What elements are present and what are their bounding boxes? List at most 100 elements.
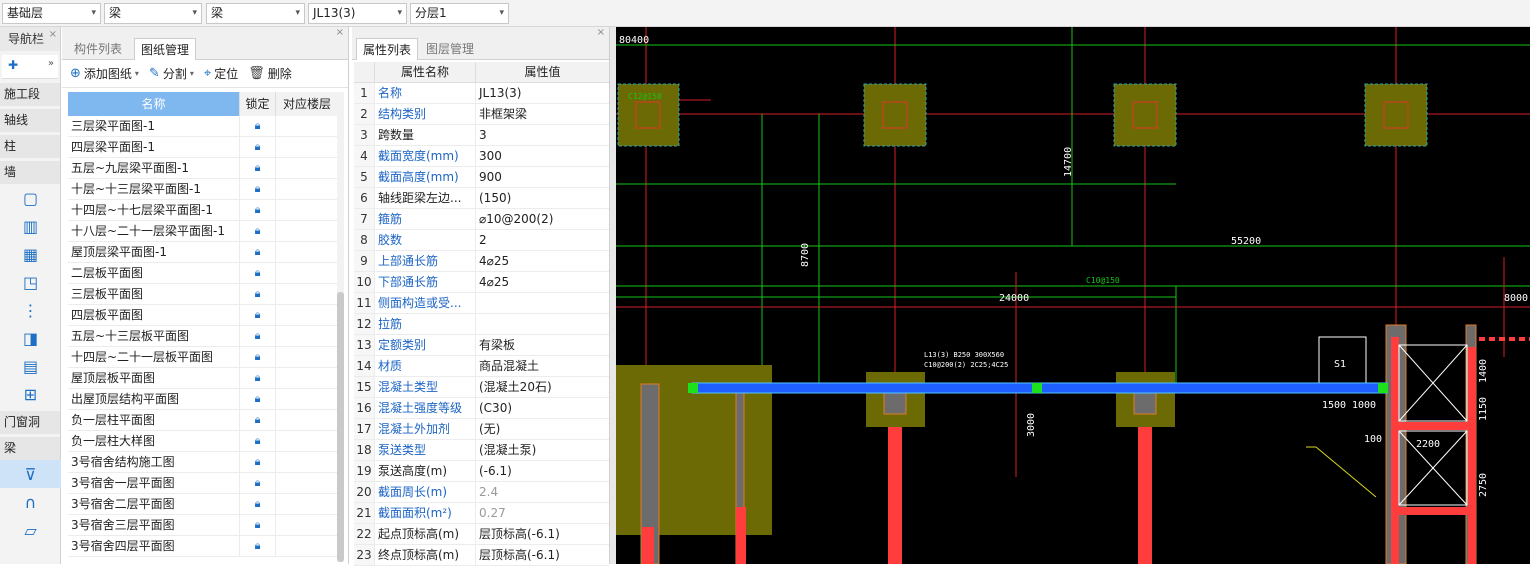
property-value[interactable]: (混凝土20石) <box>475 377 609 397</box>
table-row[interactable]: 十四层~十七层梁平面图-1 🔒︎ <box>68 200 338 221</box>
column-lock-header[interactable]: 锁定 <box>239 92 275 116</box>
property-row[interactable]: 11 侧面构造或受... <box>354 293 609 314</box>
lock-icon[interactable]: 🔒︎ <box>239 347 275 367</box>
drawing-name[interactable]: 五层~十三层板平面图 <box>68 326 239 346</box>
drawing-floor[interactable] <box>275 431 338 451</box>
table-row[interactable]: 3号宿舍结构施工图 🔒︎ <box>68 452 338 473</box>
lock-icon[interactable]: 🔒︎ <box>239 473 275 493</box>
drawing-floor[interactable] <box>275 263 338 283</box>
lock-icon[interactable]: 🔒︎ <box>239 179 275 199</box>
lintel-icon[interactable]: ▱ <box>0 516 61 544</box>
drawing-floor[interactable] <box>275 221 338 241</box>
drawing-name[interactable]: 屋顶层梁平面图-1 <box>68 242 239 262</box>
drawing-name[interactable]: 十八层~二十一层梁平面图-1 <box>68 221 239 241</box>
component-type-dropdown[interactable]: 梁 ▾ <box>104 3 202 24</box>
drawing-name[interactable]: 十四层~十七层梁平面图-1 <box>68 200 239 220</box>
table-row[interactable]: 屋顶层梁平面图-1 🔒︎ <box>68 242 338 263</box>
property-row[interactable]: 22 起点顶标高(m) 层顶标高(-6.1) <box>354 524 609 545</box>
drawing-floor[interactable] <box>275 305 338 325</box>
property-value[interactable]: 2 <box>475 230 609 250</box>
drawing-floor[interactable] <box>275 347 338 367</box>
nav-cat-beam[interactable]: 梁 <box>0 437 60 460</box>
property-row[interactable]: 1 名称 JL13(3) <box>354 83 609 104</box>
property-row[interactable]: 4 截面宽度(mm) 300 <box>354 146 609 167</box>
property-value[interactable]: (C30) <box>475 398 609 418</box>
tab-layer-management[interactable]: 图层管理 <box>420 38 480 60</box>
property-value[interactable]: 3 <box>475 125 609 145</box>
property-row[interactable]: 9 上部通长筋 4⌀25 <box>354 251 609 272</box>
property-value[interactable]: 层顶标高(-6.1) <box>475 524 609 544</box>
wall-rebar-icon[interactable]: ⋮ <box>0 296 61 324</box>
insulation-wall-icon[interactable]: ◳ <box>0 268 61 296</box>
property-row[interactable]: 15 混凝土类型 (混凝土20石) <box>354 377 609 398</box>
drawing-name[interactable]: 四层梁平面图-1 <box>68 137 239 157</box>
property-value[interactable]: ⌀10@200(2) <box>475 209 609 229</box>
property-value[interactable]: 900 <box>475 167 609 187</box>
property-row[interactable]: 5 截面高度(mm) 900 <box>354 167 609 188</box>
floor-dropdown[interactable]: 基础层 ▾ <box>2 3 101 24</box>
lock-icon[interactable]: 🔒︎ <box>239 515 275 535</box>
column-floor-header[interactable]: 对应楼层 <box>275 92 338 116</box>
property-row[interactable]: 3 跨数量 3 <box>354 125 609 146</box>
drawing-name[interactable]: 3号宿舍四层平面图 <box>68 536 239 556</box>
property-value[interactable]: 层顶标高(-6.1) <box>475 545 609 565</box>
table-row[interactable]: 十四层~二十一层板平面图 🔒︎ <box>68 347 338 368</box>
drawing-name[interactable]: 3号宿舍结构施工图 <box>68 452 239 472</box>
delete-button[interactable]: 🗑 删除 <box>248 65 292 82</box>
property-row[interactable]: 23 终点顶标高(m) 层顶标高(-6.1) <box>354 545 609 566</box>
lock-icon[interactable]: 🔒︎ <box>239 137 275 157</box>
table-row[interactable]: 3号宿舍四层平面图 🔒︎ <box>68 536 338 557</box>
nav-cat-column[interactable]: 柱 <box>0 135 60 158</box>
property-row[interactable]: 2 结构类别 非框架梁 <box>354 104 609 125</box>
nav-cat-wall[interactable]: 墙 <box>0 161 60 184</box>
property-row[interactable]: 12 拉筋 <box>354 314 609 335</box>
property-value[interactable]: (150) <box>475 188 609 208</box>
locate-button[interactable]: ⌖ 定位 <box>204 65 238 82</box>
property-row[interactable]: 17 混凝土外加剂 (无) <box>354 419 609 440</box>
property-value[interactable]: 300 <box>475 146 609 166</box>
expand-icon[interactable]: » <box>48 58 54 69</box>
property-row[interactable]: 8 胶数 2 <box>354 230 609 251</box>
drawing-name[interactable]: 四层板平面图 <box>68 305 239 325</box>
property-value[interactable]: 0.27 <box>475 503 609 523</box>
table-row[interactable]: 3号宿舍三层平面图 🔒︎ <box>68 515 338 536</box>
table-row[interactable]: 负一层柱大样图 🔒︎ <box>68 431 338 452</box>
property-value[interactable] <box>475 314 609 334</box>
property-row[interactable]: 18 泵送类型 (混凝土泵) <box>354 440 609 461</box>
drawing-name[interactable]: 出屋顶层结构平面图 <box>68 389 239 409</box>
drawing-floor[interactable] <box>275 242 338 262</box>
property-value[interactable]: 4⌀25 <box>475 272 609 292</box>
nav-cat-construction-section[interactable]: 施工段 <box>0 83 60 106</box>
property-value[interactable]: 4⌀25 <box>475 251 609 271</box>
drawing-floor[interactable] <box>275 368 338 388</box>
drawing-name[interactable]: 3号宿舍三层平面图 <box>68 515 239 535</box>
drawing-name[interactable]: 十四层~二十一层板平面图 <box>68 347 239 367</box>
drawing-name[interactable]: 3号宿舍一层平面图 <box>68 473 239 493</box>
column-name-header[interactable]: 名称 <box>68 92 239 116</box>
lock-icon[interactable]: 🔒︎ <box>239 326 275 346</box>
table-row[interactable]: 五层~九层梁平面图-1 🔒︎ <box>68 158 338 179</box>
property-row[interactable]: 6 轴线距梁左边... (150) <box>354 188 609 209</box>
lock-icon[interactable]: 🔒︎ <box>239 200 275 220</box>
nav-cat-axis[interactable]: 轴线 <box>0 109 60 132</box>
close-icon[interactable]: × <box>336 27 344 38</box>
drawing-floor[interactable] <box>275 116 338 136</box>
drawing-name[interactable]: 三层梁平面图-1 <box>68 116 239 136</box>
table-row[interactable]: 五层~十三层板平面图 🔒︎ <box>68 326 338 347</box>
table-row[interactable]: 3号宿舍一层平面图 🔒︎ <box>68 473 338 494</box>
table-row[interactable]: 三层梁平面图-1 🔒︎ <box>68 116 338 137</box>
property-row[interactable]: 19 泵送高度(m) (-6.1) <box>354 461 609 482</box>
property-row[interactable]: 14 材质 商品混凝土 <box>354 356 609 377</box>
property-value[interactable]: JL13(3) <box>475 83 609 103</box>
drawing-name[interactable]: 五层~九层梁平面图-1 <box>68 158 239 178</box>
drawing-scrollbar[interactable] <box>337 92 344 562</box>
drawing-name[interactable]: 负一层柱平面图 <box>68 410 239 430</box>
property-value[interactable]: 商品混凝土 <box>475 356 609 376</box>
beam-icon[interactable]: ⊽ <box>0 460 61 488</box>
property-value[interactable]: 非框架梁 <box>475 104 609 124</box>
close-icon[interactable]: × <box>49 23 57 47</box>
component-dropdown[interactable]: JL13(3) ▾ <box>308 3 407 24</box>
scrollbar-thumb[interactable] <box>337 292 344 562</box>
table-row[interactable]: 3号宿舍二层平面图 🔒︎ <box>68 494 338 515</box>
drawing-floor[interactable] <box>275 389 338 409</box>
